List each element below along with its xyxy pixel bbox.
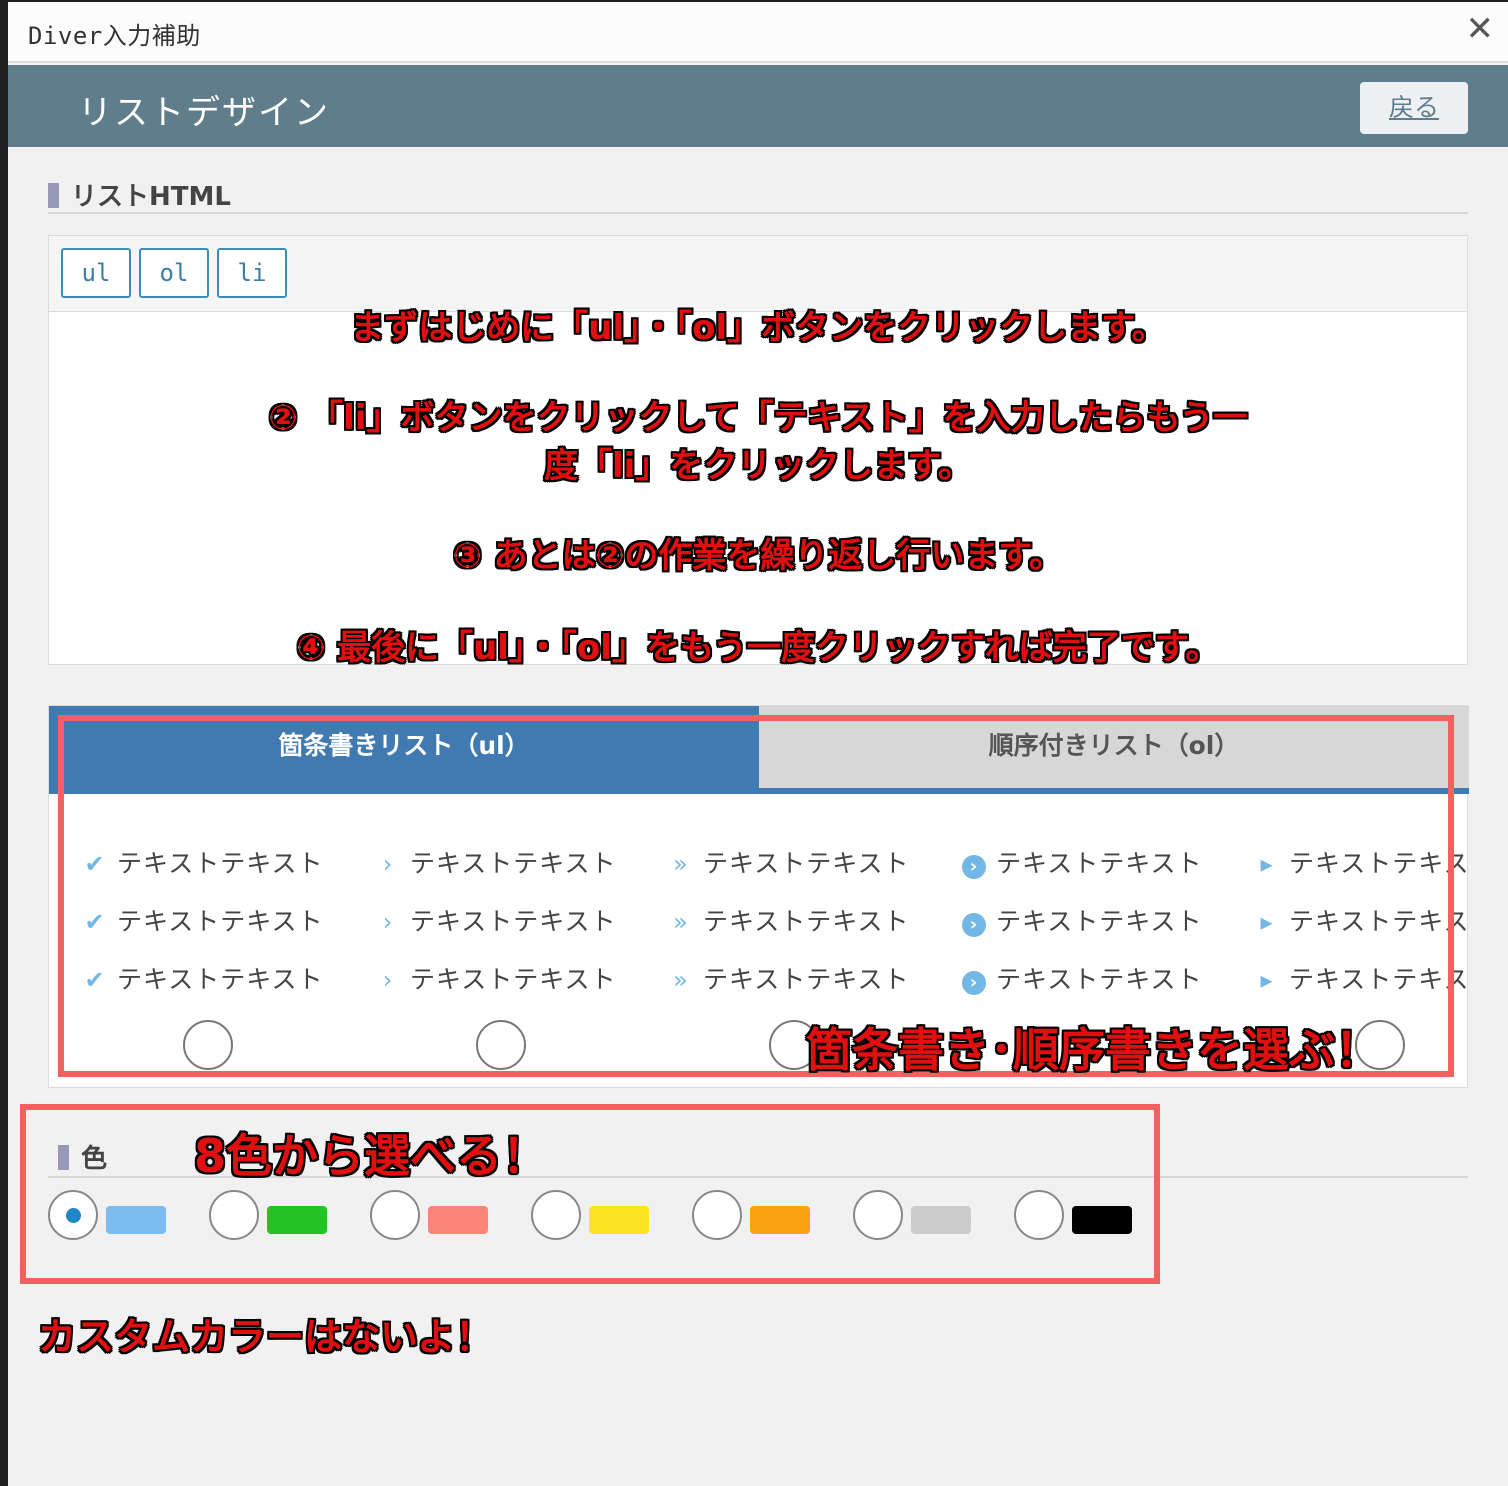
- annotation-step4: ④ 最後に「ul」・「ol」をもう一度クリックすれば完了です。: [296, 628, 1220, 668]
- ol-button[interactable]: ol: [139, 248, 209, 298]
- divider: [48, 212, 1468, 214]
- section-marker: [48, 183, 59, 208]
- annotation-choose-list: 箇条書き･順序書きを選ぶ！: [806, 1023, 1381, 1077]
- page-title: リストデザイン: [78, 93, 330, 133]
- back-button[interactable]: 戻る: [1360, 82, 1468, 134]
- ul-button[interactable]: ul: [61, 248, 131, 298]
- header: リストデザイン 戻る: [8, 65, 1508, 147]
- html-section-title: リストHTML: [48, 176, 231, 213]
- close-icon[interactable]: ✕: [1466, 12, 1495, 46]
- annotation-step2a: ② 「li」ボタンをクリックして「テキスト」を入力したらもう一: [268, 398, 1248, 438]
- annotation-eight-colors: 8色から選べる！: [194, 1129, 549, 1183]
- titlebar: Diver入力補助 ✕: [8, 2, 1508, 63]
- html-section-label: リストHTML: [71, 182, 231, 212]
- list-design-dialog: Diver入力補助 ✕ リストデザイン 戻る リストHTML ul ol li …: [8, 2, 1508, 1486]
- annotation-step3: ③ あとは②の作業を繰り返し行います。: [452, 536, 1063, 576]
- html-textarea[interactable]: [49, 311, 1467, 664]
- annotation-step1: まずはじめに「ul」・「ol」ボタンをクリックします。: [350, 308, 1166, 348]
- li-button[interactable]: li: [217, 248, 287, 298]
- annotation-no-custom: カスタムカラーはないよ！: [38, 1315, 494, 1359]
- annotation-step2b: 度「li」をクリックします。: [544, 446, 972, 486]
- highlight-colors: [20, 1104, 1160, 1284]
- window-title: Diver入力補助: [28, 22, 201, 50]
